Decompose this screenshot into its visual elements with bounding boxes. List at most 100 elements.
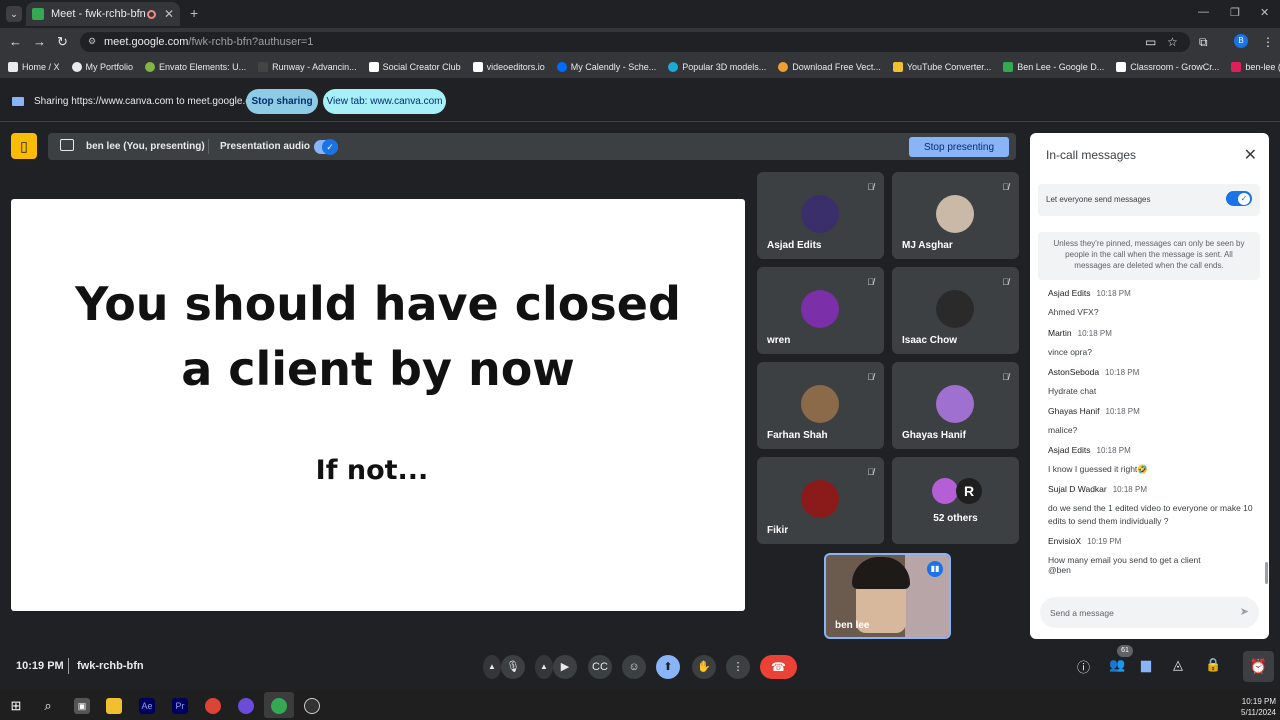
classroom-icon xyxy=(1116,62,1127,72)
premiere-pro-icon[interactable]: Pr xyxy=(172,698,188,714)
file-explorer-icon[interactable] xyxy=(106,698,122,714)
bookmark-item[interactable]: My Calendly - Sche... xyxy=(556,62,656,72)
let-everyone-label: Let everyone send messages xyxy=(1046,195,1151,204)
bookmark-item[interactable]: Ben Lee - Google D... xyxy=(1003,62,1104,72)
participant-name: Asjad Edits xyxy=(767,240,822,251)
activities-icon[interactable]: ◬ xyxy=(1173,657,1183,673)
divider xyxy=(68,658,69,674)
close-window-icon[interactable]: ✕ xyxy=(1260,6,1269,19)
bookmark-item[interactable]: Runway - Advancin... xyxy=(258,62,357,72)
people-count-badge: 61 xyxy=(1117,645,1133,657)
leave-call-button[interactable]: ☎ xyxy=(760,655,797,679)
view-tab-button[interactable]: View tab: www.canva.com xyxy=(323,89,446,114)
bookmark-item[interactable]: Download Free Vect... xyxy=(778,62,881,72)
profile-avatar[interactable]: B xyxy=(1234,34,1248,48)
after-effects-icon[interactable]: Ae xyxy=(139,698,155,714)
participant-tile[interactable]: 🎙̸ Asjad Edits xyxy=(757,172,884,259)
self-view-tile[interactable]: ▮▮ ben lee xyxy=(824,553,951,639)
participant-tile[interactable]: 🎙̸ MJ Asghar xyxy=(892,172,1019,259)
muted-mic-icon: 🎙̸ xyxy=(1002,372,1009,382)
site-info-icon[interactable]: ⚙ xyxy=(88,36,96,47)
avatar xyxy=(936,290,974,328)
bookmark-item[interactable]: Classroom - GrowCr... xyxy=(1116,62,1219,72)
send-icon[interactable]: ➤ xyxy=(1240,605,1249,618)
meeting-code: fwk-rchb-bfn xyxy=(77,660,144,672)
chrome-icon[interactable] xyxy=(205,698,221,714)
participant-tile[interactable]: 🎙̸ wren xyxy=(757,267,884,354)
search-icon[interactable]: ⌕ xyxy=(40,698,56,714)
video-options-chevron-icon[interactable]: ▲ xyxy=(535,655,553,679)
participant-name: Farhan Shah xyxy=(767,430,828,441)
sharing-text: Sharing https://www.canva.com to meet.go… xyxy=(34,96,265,107)
timer-icon[interactable]: ⏰ xyxy=(1243,651,1274,682)
task-view-icon[interactable]: ▣ xyxy=(74,698,90,714)
scc-icon xyxy=(368,62,379,72)
bookmark-item[interactable]: Popular 3D models... xyxy=(668,62,766,72)
participant-tile[interactable]: 🎙̸ Isaac Chow xyxy=(892,267,1019,354)
present-screen-icon xyxy=(60,139,74,151)
host-controls-icon[interactable]: 🔒 xyxy=(1205,657,1221,673)
let-everyone-toggle[interactable]: ✓ xyxy=(1226,191,1252,206)
avatar: R xyxy=(956,478,982,504)
back-icon[interactable]: ← xyxy=(9,34,22,49)
tab-search-icon[interactable]: ⌄ xyxy=(6,6,22,22)
list-item: Ghayas Hanif 10:18 PM malice? xyxy=(1048,406,1140,435)
bookmark-item[interactable]: YouTube Converter... xyxy=(892,62,991,72)
others-tile[interactable]: R 52 others xyxy=(892,457,1019,544)
slide-heading-line-1: You should have closed xyxy=(75,277,681,331)
restore-icon[interactable]: ❐ xyxy=(1230,6,1240,19)
windows-start-icon[interactable]: ⊞ xyxy=(8,698,24,714)
camera-icon[interactable]: ▶ xyxy=(553,655,577,679)
x-logo-icon xyxy=(8,62,18,72)
stop-sharing-button[interactable]: Stop sharing xyxy=(246,89,318,114)
messages-scrollbar[interactable] xyxy=(1265,562,1268,584)
present-screen-button[interactable]: ⬆ xyxy=(656,655,680,679)
reload-icon[interactable]: ↻ xyxy=(57,34,68,50)
check-icon: ✓ xyxy=(1238,192,1250,205)
bookmark-item[interactable]: ben-lee (Channel) -... xyxy=(1231,62,1280,72)
minimize-icon[interactable]: — xyxy=(1198,6,1209,18)
browser-menu-icon[interactable]: ⋮ xyxy=(1262,35,1274,49)
bookmark-item[interactable]: Home / X xyxy=(8,62,60,72)
new-tab-icon[interactable]: + xyxy=(190,5,198,21)
send-message-input[interactable]: Send a message ➤ xyxy=(1040,597,1259,628)
list-item: Sujal D Wadkar 10:18 PM do we send the 1 e… xyxy=(1048,484,1253,526)
messages-list: Asjad Edits 10:18 PM Ahmed VFX? Martin 10:1… xyxy=(1048,283,1254,581)
url-bar[interactable]: meet.google.com/fwk-rchb-bfn?authuser=1 xyxy=(80,32,1190,52)
bookmark-item[interactable]: Social Creator Club xyxy=(368,62,461,72)
raise-hand-icon[interactable]: ✋ xyxy=(692,655,716,679)
forward-icon[interactable]: → xyxy=(33,34,46,49)
participant-tile[interactable]: 🎙̸ Fikir xyxy=(757,457,884,544)
participant-tile[interactable]: 🎙̸ Farhan Shah xyxy=(757,362,884,449)
emoji-icon[interactable]: ☺ xyxy=(622,655,646,679)
people-icon[interactable]: 👥 xyxy=(1109,657,1125,673)
stop-presenting-button[interactable]: Stop presenting xyxy=(909,137,1009,157)
bookmark-item[interactable]: videoeditors.io xyxy=(472,62,545,72)
close-icon[interactable]: ✕ xyxy=(1244,145,1257,165)
bookmark-star-icon[interactable]: ☆ xyxy=(1167,35,1178,49)
captions-icon[interactable]: CC xyxy=(588,655,612,679)
obs-icon[interactable] xyxy=(304,698,320,714)
chat-icon[interactable]: ▆ xyxy=(1141,657,1151,673)
discord-icon[interactable] xyxy=(238,698,254,714)
envato-icon xyxy=(145,62,156,72)
participant-tile[interactable]: 🎙̸ Ghayas Hanif xyxy=(892,362,1019,449)
bookmark-item[interactable]: My Portfolio xyxy=(71,62,133,72)
presentation-audio-toggle[interactable]: ✓ xyxy=(314,139,338,155)
bookmark-item[interactable]: Envato Elements: U... xyxy=(145,62,246,72)
system-clock[interactable]: 10:19 PM 5/11/2024 xyxy=(1228,696,1276,718)
close-tab-icon[interactable]: ✕ xyxy=(164,7,174,21)
tab-meet[interactable]: Meet - fwk-rchb-bfn ✕ xyxy=(26,2,180,26)
divider xyxy=(208,139,209,154)
url-path: /fwk-rchb-bfn?authuser=1 xyxy=(188,36,314,48)
more-options-icon[interactable]: ⋮ xyxy=(726,655,750,679)
sketchfab-icon xyxy=(668,62,679,72)
ve-icon xyxy=(472,62,483,72)
meeting-details-icon[interactable]: ⓘ xyxy=(1077,657,1090,676)
chrome-profile-icon[interactable] xyxy=(271,698,287,714)
presented-slide: You should have closed a client by now I… xyxy=(11,199,745,611)
audio-options-chevron-icon[interactable]: ▲ xyxy=(483,655,501,679)
microphone-icon[interactable]: 🎙 xyxy=(501,655,525,679)
camera-in-use-icon[interactable]: ▭ xyxy=(1145,35,1156,49)
extensions-icon[interactable]: ⧉ xyxy=(1199,35,1208,50)
